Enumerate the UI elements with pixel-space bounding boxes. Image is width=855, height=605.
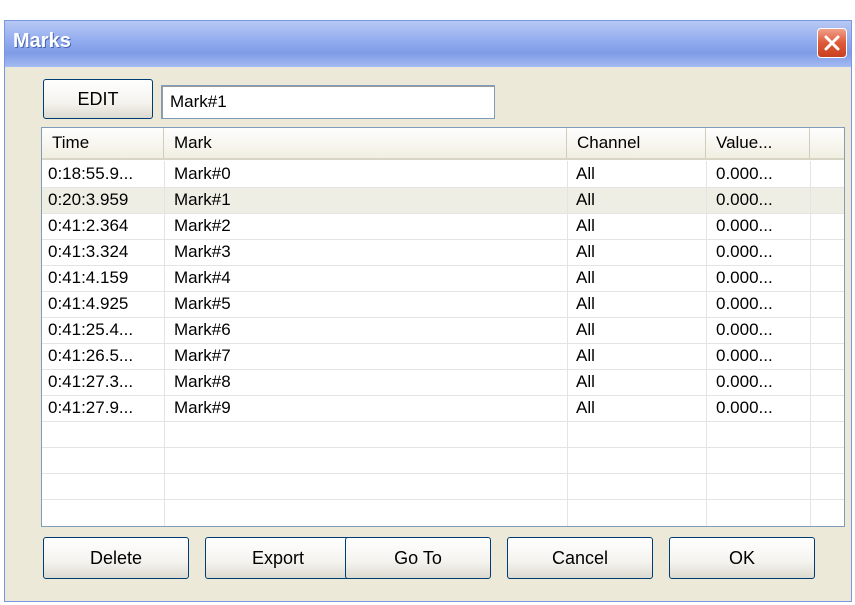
window-title: Marks (13, 30, 71, 52)
row-channel: All (576, 294, 595, 313)
grid-line (42, 343, 844, 344)
mark-name-input[interactable] (161, 85, 495, 119)
row-mark: Mark#1 (174, 190, 231, 209)
row-mark: Mark#7 (174, 346, 231, 365)
row-channel: All (576, 216, 595, 235)
grid-line (42, 447, 844, 448)
grid-line (42, 239, 844, 240)
table-row[interactable]: 0:41:25.4... Mark#6 All 0.000... (42, 317, 844, 343)
row-value: 0.000... (716, 372, 773, 391)
row-value: 0.000... (716, 398, 773, 417)
delete-button[interactable]: Delete (43, 537, 189, 579)
cancel-button[interactable]: Cancel (507, 537, 653, 579)
row-channel: All (576, 190, 595, 209)
row-mark: Mark#9 (174, 398, 231, 417)
column-header-channel[interactable]: Channel (567, 128, 706, 158)
row-time: 0:41:25.4... (48, 320, 134, 339)
column-header-value[interactable]: Value... (706, 128, 810, 158)
row-time: 0:41:3.324 (48, 242, 129, 261)
grid-line (42, 499, 844, 500)
row-channel: All (576, 242, 595, 261)
row-value: 0.000... (716, 320, 773, 339)
row-mark: Mark#0 (174, 164, 231, 183)
grid-line (42, 421, 844, 422)
title-bar[interactable]: Marks (5, 21, 851, 67)
row-mark: Mark#4 (174, 268, 231, 287)
row-time: 0:41:4.925 (48, 294, 129, 313)
marks-list[interactable]: Time Mark Channel Value... 0:18:55.9... M… (41, 127, 845, 527)
row-value: 0.000... (716, 268, 773, 287)
column-header-mark[interactable]: Mark (164, 128, 567, 158)
row-channel: All (576, 346, 595, 365)
row-mark: Mark#6 (174, 320, 231, 339)
row-channel: All (576, 164, 595, 183)
row-channel: All (576, 372, 595, 391)
row-time: 0:20:3.959 (48, 190, 129, 209)
row-value: 0.000... (716, 346, 773, 365)
row-value: 0.000... (716, 216, 773, 235)
row-mark: Mark#2 (174, 216, 231, 235)
table-row[interactable]: 0:41:26.5... Mark#7 All 0.000... (42, 343, 844, 369)
grid-line (42, 291, 844, 292)
grid-line (42, 213, 844, 214)
row-value: 0.000... (716, 190, 773, 209)
grid-line (42, 473, 844, 474)
row-mark: Mark#8 (174, 372, 231, 391)
row-value: 0.000... (716, 164, 773, 183)
grid-line (42, 317, 844, 318)
grid-line (42, 265, 844, 266)
row-value: 0.000... (716, 242, 773, 261)
row-time: 0:41:26.5... (48, 346, 134, 365)
grid-line (42, 369, 844, 370)
grid-line (42, 395, 844, 396)
column-header-filler (810, 128, 844, 158)
list-header: Time Mark Channel Value... (42, 128, 844, 160)
export-button[interactable]: Export (205, 537, 351, 579)
column-header-time[interactable]: Time (42, 128, 164, 158)
go-to-button[interactable]: Go To (345, 537, 491, 579)
table-row[interactable]: 0:41:3.324 Mark#3 All 0.000... (42, 239, 844, 265)
edit-button[interactable]: EDIT (43, 79, 153, 119)
table-row[interactable]: 0:41:27.3... Mark#8 All 0.000... (42, 369, 844, 395)
marks-dialog: Marks EDIT Time Mark Channel Value... 0:… (4, 20, 852, 602)
row-mark: Mark#3 (174, 242, 231, 261)
table-row[interactable]: 0:41:2.364 Mark#2 All 0.000... (42, 213, 844, 239)
row-time: 0:18:55.9... (48, 164, 134, 183)
row-channel: All (576, 268, 595, 287)
row-time: 0:41:2.364 (48, 216, 129, 235)
close-icon (824, 35, 840, 51)
row-time: 0:41:27.9... (48, 398, 134, 417)
table-row[interactable]: 0:41:4.159 Mark#4 All 0.000... (42, 265, 844, 291)
grid-line (42, 187, 844, 188)
table-row[interactable]: 0:18:55.9... Mark#0 All 0.000... (42, 161, 844, 187)
row-channel: All (576, 320, 595, 339)
row-mark: Mark#5 (174, 294, 231, 313)
table-row[interactable]: 0:20:3.959 Mark#1 All 0.000... (42, 187, 844, 213)
row-time: 0:41:4.159 (48, 268, 129, 287)
row-time: 0:41:27.3... (48, 372, 134, 391)
ok-button[interactable]: OK (669, 537, 815, 579)
table-row[interactable]: 0:41:4.925 Mark#5 All 0.000... (42, 291, 844, 317)
table-row[interactable]: 0:41:27.9... Mark#9 All 0.000... (42, 395, 844, 421)
close-button[interactable] (817, 28, 847, 58)
row-value: 0.000... (716, 294, 773, 313)
row-channel: All (576, 398, 595, 417)
